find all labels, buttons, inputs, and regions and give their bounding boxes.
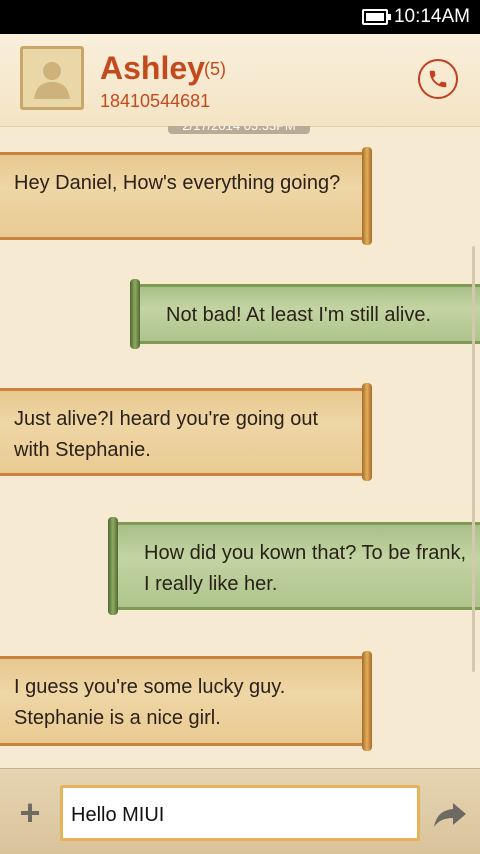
message-bubble-incoming[interactable]: I guess you're some lucky guy. Stephanie… <box>0 651 372 751</box>
add-icon[interactable]: + <box>16 795 44 831</box>
status-bar: 10:14AM <box>0 0 480 34</box>
call-button[interactable] <box>418 59 458 99</box>
message-text: Hey Daniel, How's everything going? <box>14 172 341 194</box>
message-bubble-incoming[interactable]: Hey Daniel, How's everything going? <box>0 147 372 245</box>
avatar-icon[interactable] <box>20 46 84 110</box>
conversation-header: Ashley (5) 18410544681 <box>0 34 480 127</box>
message-text: I guess you're some lucky guy. Stephanie… <box>14 676 286 729</box>
contact-phone-number: 18410544681 <box>100 91 211 111</box>
message-text: Just alive?I heard you're going out with… <box>14 408 319 461</box>
message-bubble-incoming[interactable]: Just alive?I heard you're going out with… <box>0 383 372 481</box>
battery-icon <box>361 9 391 25</box>
message-input-frame <box>60 785 420 841</box>
message-text: Not bad! At least I'm still alive. <box>166 304 432 326</box>
message-list[interactable]: Hey Daniel, How's everything going? Not … <box>0 126 480 768</box>
composer-bar: + <box>0 768 480 854</box>
message-count: (5) <box>204 59 226 79</box>
phone-icon <box>429 70 447 88</box>
send-icon[interactable] <box>433 801 467 829</box>
message-input[interactable] <box>69 800 403 830</box>
message-text: How did you kown that? To be frank, I re… <box>144 542 467 595</box>
message-bubble-outgoing[interactable]: How did you kown that? To be frank, I re… <box>108 517 480 615</box>
message-timestamp: 2/17/2014 03:33PM <box>168 126 310 134</box>
contact-name: Ashley <box>100 50 205 86</box>
message-bubble-outgoing[interactable]: Not bad! At least I'm still alive. <box>130 279 480 349</box>
status-time: 10:14AM <box>393 6 470 27</box>
scrollbar[interactable] <box>472 246 475 672</box>
